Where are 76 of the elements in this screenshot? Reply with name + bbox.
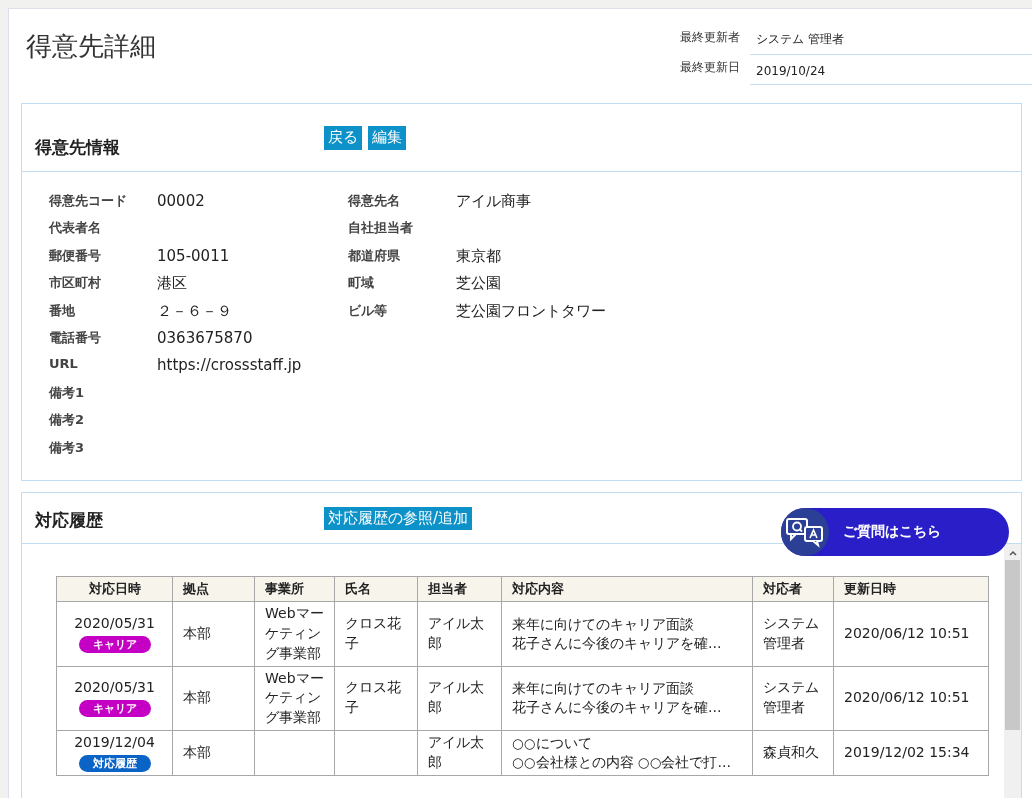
meta-label: 最終更新日 [680,59,741,76]
category-badge: 対応履歴 [78,755,151,773]
table-cell-text: アイル太郎 [428,613,485,653]
column-header: 対応者 [752,576,834,602]
scrollbar[interactable] [1004,543,1021,798]
column-header: 事業所 [254,576,335,602]
field-label: 代表者名 [49,219,102,238]
table-cell: 2020/06/12 10:51 [844,624,970,641]
field-label: URL [49,356,79,372]
table-cell-text: 森貞和久 [763,743,820,763]
field-label: 番地 [49,301,76,320]
table-cell-text: クロス花子 [345,678,402,718]
table-cell-text: システム管理者 [763,678,820,718]
scroll-up-icon[interactable] [1008,549,1017,556]
section-title: 得意先情報 [34,136,121,159]
help-chat-button[interactable]: ご質問はこちら [781,508,1009,556]
table-cell-text: アイル太郎 [428,678,485,718]
table-cell: 本部 [183,689,211,706]
category-badge: キャリア [78,635,151,653]
table-cell: 本部 [183,744,211,761]
field-label: 自社担当者 [348,219,414,238]
content-line: ○○会社様との内容 ○○会社で打… [512,753,732,773]
content-line: ○○について [512,733,593,753]
category-badge: キャリア [78,700,151,718]
field-label: 町域 [348,274,375,293]
field-value: 0363675870 [157,328,253,347]
field-value: 芝公園 [456,274,501,294]
table-cell: 2020/06/12 10:51 [844,689,970,706]
date-text: 2020/05/31 [73,678,156,698]
action-button[interactable]: 編集 [368,126,406,150]
field-label: ビル等 [348,301,388,320]
table-cell-text: Webマーケティング事業部 [265,603,324,663]
field-label: 市区町村 [49,274,102,293]
table-cell: 2019/12/02 15:34 [844,744,970,761]
column-header: 対応内容 [501,576,753,602]
table-cell-text: アイル太郎 [428,733,485,773]
field-value: 00002 [157,192,205,210]
meta-value: システム 管理者 [750,31,1032,55]
meta-value: 2019/10/24 [750,64,1032,85]
chat-bubbles-icon [781,508,829,556]
table-cell: 本部 [183,624,211,641]
table-cell-text: Webマーケティング事業部 [265,668,324,728]
column-header: 拠点 [172,576,255,602]
column-header: 氏名 [334,576,418,602]
field-value: 東京都 [456,246,501,266]
date-text: 2019/12/04 [73,733,156,753]
field-value: 105-0011 [157,246,230,265]
history-button[interactable]: 対応履歴の参照/追加 [324,506,473,531]
column-header: 対応日時 [56,576,173,602]
field-value: 芝公園フロントタワー [456,301,606,321]
column-header: 担当者 [417,576,502,602]
page-title: 得意先詳細 [25,30,156,63]
field-label: 得意先名 [348,192,401,210]
scroll-thumb[interactable] [1005,559,1020,730]
field-label: 備考1 [49,383,86,402]
field-label: 得意先コード [49,192,128,210]
field-label: 都道府県 [348,246,401,265]
content-line: 花子さんに今後のキャリアを確… [512,633,723,653]
date-text: 2020/05/31 [73,613,156,633]
field-label: 備考2 [49,411,86,430]
action-button[interactable]: 戻る [324,126,362,150]
section-title: 対応履歴 [34,508,104,532]
field-value: ２－６－９ [157,301,232,321]
field-value: 港区 [157,274,187,294]
content-line: 来年に向けてのキャリア面談 [512,614,695,634]
field-label: 備考3 [49,438,86,457]
table-cell-text: システム管理者 [763,613,820,653]
meta-label: 最終更新者 [680,29,741,46]
field-value: アイル商事 [456,192,531,211]
content-line: 花子さんに今後のキャリアを確… [512,698,723,718]
field-label: 電話番号 [49,328,102,347]
content-line: 来年に向けてのキャリア面談 [512,679,695,699]
field-value: https://crossstaff.jp [157,356,302,375]
table-cell-text: クロス花子 [345,613,402,653]
field-label: 郵便番号 [49,246,102,265]
column-header: 更新日時 [833,576,989,602]
